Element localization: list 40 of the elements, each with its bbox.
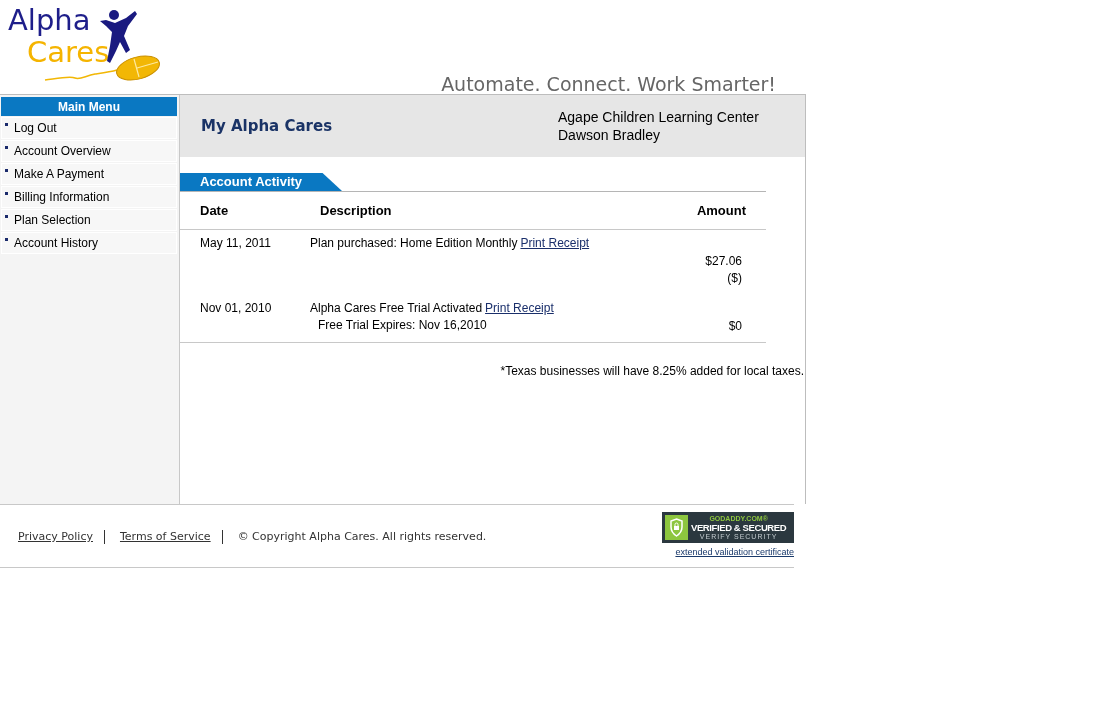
description-cell: Alpha Cares Free Trial Activated: [310, 300, 483, 317]
column-header: Amount: [696, 201, 746, 220]
footer-link[interactable]: Terms of Service: [119, 530, 211, 544]
logo-wordmark: Cares: [27, 36, 110, 68]
shield-lock-icon: [665, 515, 688, 540]
bullet-icon: [5, 123, 8, 126]
bullet-icon: [5, 238, 8, 241]
user-name: Dawson Bradley: [558, 126, 660, 144]
section-title-banner: Account Activity: [180, 173, 342, 191]
sidebar-menu-item[interactable]: Account History: [1, 232, 177, 254]
sidebar-menu-item[interactable]: Account Overview: [1, 140, 177, 162]
date-cell-text: May 11, 2011: [200, 235, 272, 252]
sidebar-menu-item[interactable]: Plan Selection: [1, 209, 177, 231]
footer-link[interactable]: Privacy Policy: [18, 530, 93, 544]
date-cell-text: Nov 01, 2010: [200, 300, 273, 317]
tagline: Automate. Connect. Work Smarter!: [441, 73, 776, 95]
logo-wordmark: Alpha: [8, 4, 91, 36]
bullet-icon: [5, 192, 8, 195]
sidebar-heading: Main Menu: [1, 97, 177, 116]
sidebar-menu-item[interactable]: Make A Payment: [1, 163, 177, 185]
sidebar-menu-item[interactable]: Log Out: [1, 117, 177, 139]
print-receipt-link[interactable]: Print Receipt: [520, 235, 590, 252]
copyright-text: © Copyright Alpha Cares. All rights reserved.: [237, 530, 487, 544]
amount-note: ($): [727, 270, 742, 287]
column-header: Date: [200, 201, 230, 220]
bullet-icon: [5, 146, 8, 149]
bullet-icon: [5, 215, 8, 218]
seal-title: VERIFIED & SECURED: [691, 522, 787, 533]
page-title: My Alpha Cares: [200, 115, 333, 137]
print-receipt-link[interactable]: Print Receipt: [485, 300, 554, 317]
amount-cell: $0: [728, 318, 742, 335]
bullet-icon: [5, 169, 8, 172]
sidebar-menu-item[interactable]: Billing Information: [1, 186, 177, 208]
organization-name: Agape Children Learning Center: [558, 108, 759, 126]
column-header: Description: [320, 201, 392, 220]
amount-cell: $27.06: [705, 253, 742, 270]
tax-note: *Texas businesses will have 8.25% added for local taxes.: [500, 364, 804, 378]
certificate-link[interactable]: extended validation certificate: [675, 547, 794, 558]
detail-cell-text: Free Trial Expires: Nov 16,2010: [318, 317, 487, 334]
description-cell: Plan purchased: Home Edition Monthly: [310, 235, 518, 252]
